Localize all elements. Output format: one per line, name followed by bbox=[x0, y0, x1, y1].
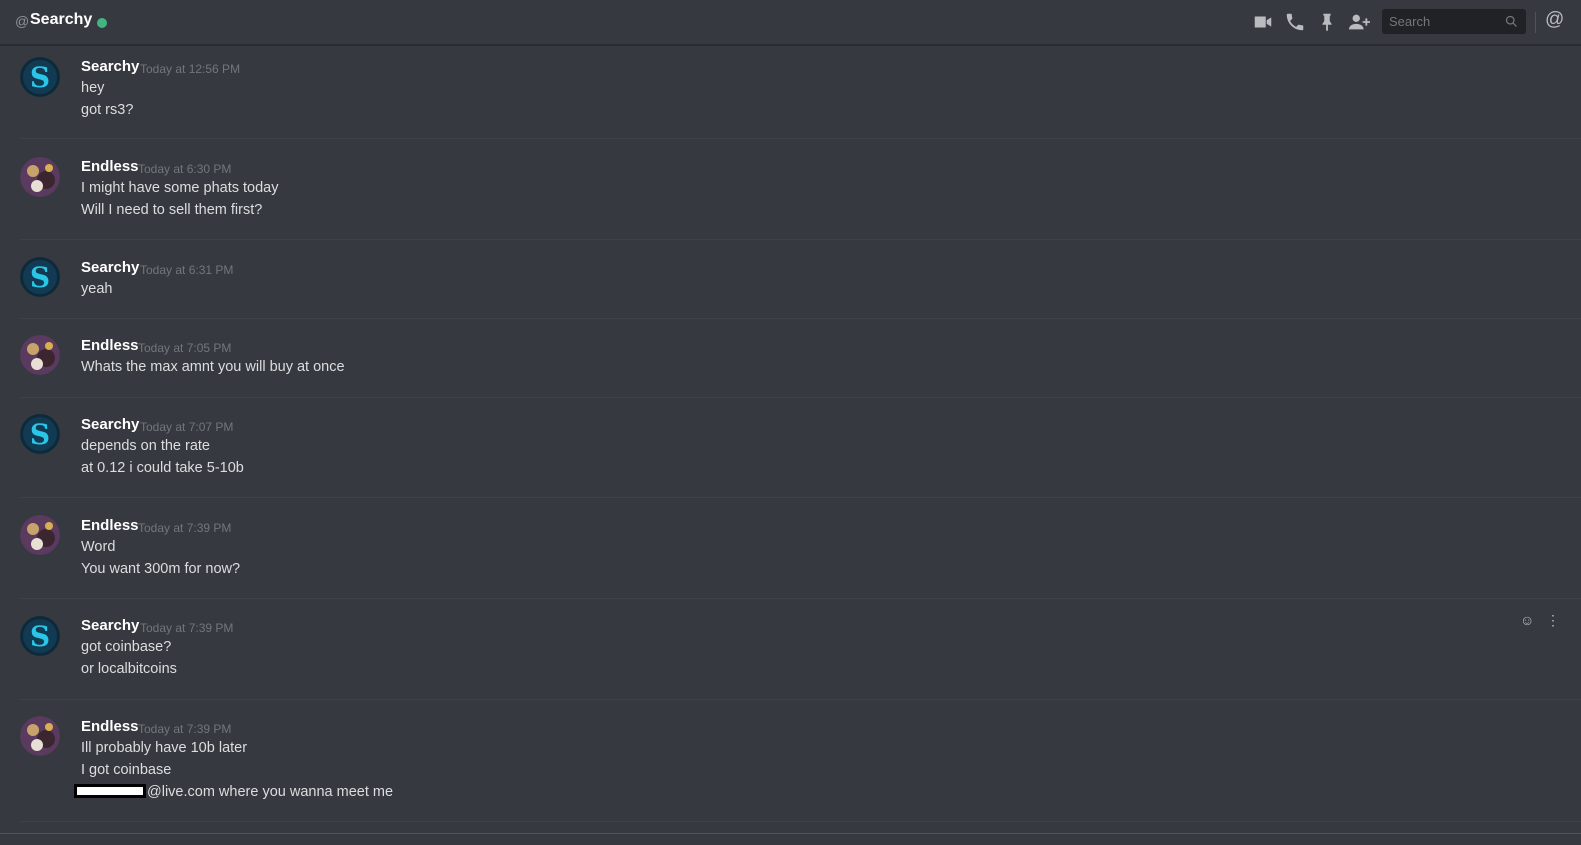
message-text: Whats the max amnt you will buy at once bbox=[81, 359, 345, 375]
message-timestamp: Today at 6:30 PM bbox=[138, 162, 232, 176]
message-text: hey bbox=[81, 80, 105, 96]
message-hover-actions: ☺ ⋮ bbox=[1520, 612, 1560, 628]
message-timestamp: Today at 7:39 PM bbox=[140, 621, 234, 635]
searchy-avatar[interactable]: S bbox=[20, 257, 60, 297]
online-status-icon bbox=[97, 18, 107, 28]
message-timestamp: Today at 6:31 PM bbox=[140, 263, 234, 277]
message-author[interactable]: Searchy bbox=[81, 416, 139, 433]
pin-icon[interactable] bbox=[1316, 11, 1338, 33]
toolbar-divider bbox=[1535, 12, 1536, 33]
message-text: Ill probably have 10b later bbox=[81, 740, 248, 756]
message-input-edge bbox=[0, 833, 1581, 845]
message-group: Endless Today at 7:05 PM Whats the max a… bbox=[20, 320, 1581, 398]
message-timestamp: Today at 12:56 PM bbox=[140, 62, 241, 76]
voice-call-icon[interactable] bbox=[1284, 11, 1306, 33]
video-call-icon[interactable] bbox=[1252, 11, 1274, 33]
dm-at-symbol: @ bbox=[15, 13, 30, 29]
add-reaction-icon[interactable]: ☺ bbox=[1520, 612, 1534, 628]
svg-text:S: S bbox=[30, 418, 50, 451]
message-group: S Searchy Today at 7:07 PM depends on th… bbox=[20, 399, 1581, 498]
channel-header: @ Searchy @ bbox=[0, 0, 1581, 45]
message-timestamp: Today at 7:07 PM bbox=[140, 420, 234, 434]
message-timestamp: Today at 7:05 PM bbox=[138, 341, 232, 355]
search-box[interactable] bbox=[1382, 9, 1526, 34]
endless-avatar[interactable] bbox=[20, 335, 60, 375]
redacted-email-block bbox=[74, 784, 146, 798]
message-text: at 0.12 i could take 5-10b bbox=[81, 460, 244, 476]
svg-text:S: S bbox=[30, 61, 50, 94]
message-author[interactable]: Endless bbox=[81, 517, 139, 534]
message-author[interactable]: Endless bbox=[81, 337, 139, 354]
message-text: @live.com where you wanna meet me bbox=[74, 784, 394, 800]
message-timestamp: Today at 7:39 PM bbox=[138, 521, 232, 535]
searchy-avatar[interactable]: S bbox=[20, 414, 60, 454]
searchy-avatar[interactable]: S bbox=[20, 57, 60, 97]
message-list: S Searchy Today at 12:56 PM hey got rs3?… bbox=[0, 46, 1581, 845]
message-author[interactable]: Searchy bbox=[81, 58, 139, 75]
message-group: Endless Today at 7:39 PM Ill probably ha… bbox=[20, 701, 1581, 822]
endless-avatar[interactable] bbox=[20, 716, 60, 756]
message-text: or localbitcoins bbox=[81, 661, 177, 677]
message-text: depends on the rate bbox=[81, 438, 210, 454]
svg-text:S: S bbox=[30, 261, 50, 294]
searchy-avatar[interactable]: S bbox=[20, 616, 60, 656]
message-text: I got coinbase bbox=[81, 762, 172, 778]
endless-avatar[interactable] bbox=[20, 157, 60, 197]
message-text: You want 300m for now? bbox=[81, 561, 241, 577]
message-text: Word bbox=[81, 539, 116, 555]
message-group: S Searchy Today at 7:39 PM got coinbase?… bbox=[20, 600, 1581, 700]
more-options-icon[interactable]: ⋮ bbox=[1546, 612, 1560, 629]
search-icon[interactable] bbox=[1504, 14, 1519, 29]
message-author[interactable]: Endless bbox=[81, 158, 139, 175]
message-text: I might have some phats today bbox=[81, 180, 279, 196]
message-text: got rs3? bbox=[81, 102, 134, 118]
message-text: Will I need to sell them first? bbox=[81, 202, 263, 218]
endless-avatar[interactable] bbox=[20, 515, 60, 555]
message-group: S Searchy Today at 6:31 PM yeah bbox=[20, 241, 1581, 319]
message-timestamp: Today at 7:39 PM bbox=[138, 722, 232, 736]
add-friend-icon[interactable] bbox=[1348, 11, 1370, 33]
message-text: yeah bbox=[81, 281, 113, 297]
message-group: Endless Today at 7:39 PM Word You want 3… bbox=[20, 499, 1581, 599]
svg-text:S: S bbox=[30, 620, 50, 653]
message-text-fragment: @live.com where you wanna meet me bbox=[147, 784, 394, 800]
channel-title: Searchy bbox=[30, 11, 93, 28]
message-text: got coinbase? bbox=[81, 639, 172, 655]
message-group: S Searchy Today at 12:56 PM hey got rs3? bbox=[20, 46, 1581, 139]
message-author[interactable]: Searchy bbox=[81, 617, 139, 634]
message-author[interactable]: Searchy bbox=[81, 259, 139, 276]
message-group: Endless Today at 6:30 PM I might have so… bbox=[20, 140, 1581, 240]
message-author[interactable]: Endless bbox=[81, 718, 139, 735]
mentions-button[interactable]: @ bbox=[1545, 9, 1564, 31]
